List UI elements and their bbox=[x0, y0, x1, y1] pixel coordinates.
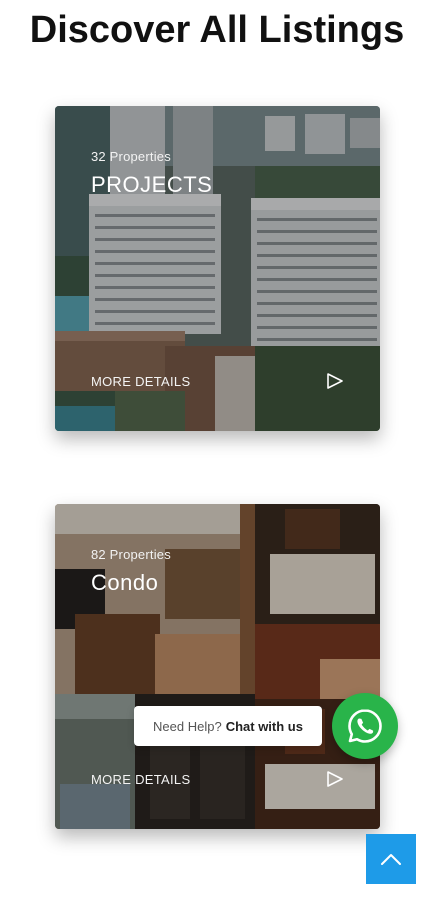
more-details-link[interactable]: MORE DETAILS bbox=[91, 772, 190, 787]
chevron-up-icon bbox=[381, 854, 401, 865]
chat-with-us-link[interactable]: Chat with us bbox=[226, 719, 303, 734]
page-title: Discover All Listings bbox=[29, 9, 405, 51]
chat-help-prefix: Need Help? bbox=[153, 718, 222, 734]
property-count: 32 Properties bbox=[91, 149, 171, 164]
whatsapp-icon bbox=[348, 709, 382, 743]
listing-card-condo[interactable]: 82 Properties Condo MORE DETAILS bbox=[55, 504, 380, 829]
card-title: Condo bbox=[91, 570, 159, 595]
page: Discover All Listings 32 Properties PROJ… bbox=[0, 0, 434, 900]
more-details-link[interactable]: MORE DETAILS bbox=[91, 374, 190, 389]
card-title: PROJECTS bbox=[91, 172, 213, 197]
property-count: 82 Properties bbox=[91, 547, 171, 562]
whatsapp-button[interactable] bbox=[332, 693, 398, 759]
play-arrow-icon[interactable] bbox=[326, 771, 344, 787]
scroll-to-top-button[interactable] bbox=[366, 834, 416, 884]
chat-help-bubble[interactable]: Need Help? Chat with us bbox=[134, 706, 322, 746]
play-arrow-icon[interactable] bbox=[326, 373, 344, 389]
listing-card-projects[interactable]: 32 Properties PROJECTS MORE DETAILS bbox=[55, 106, 380, 431]
